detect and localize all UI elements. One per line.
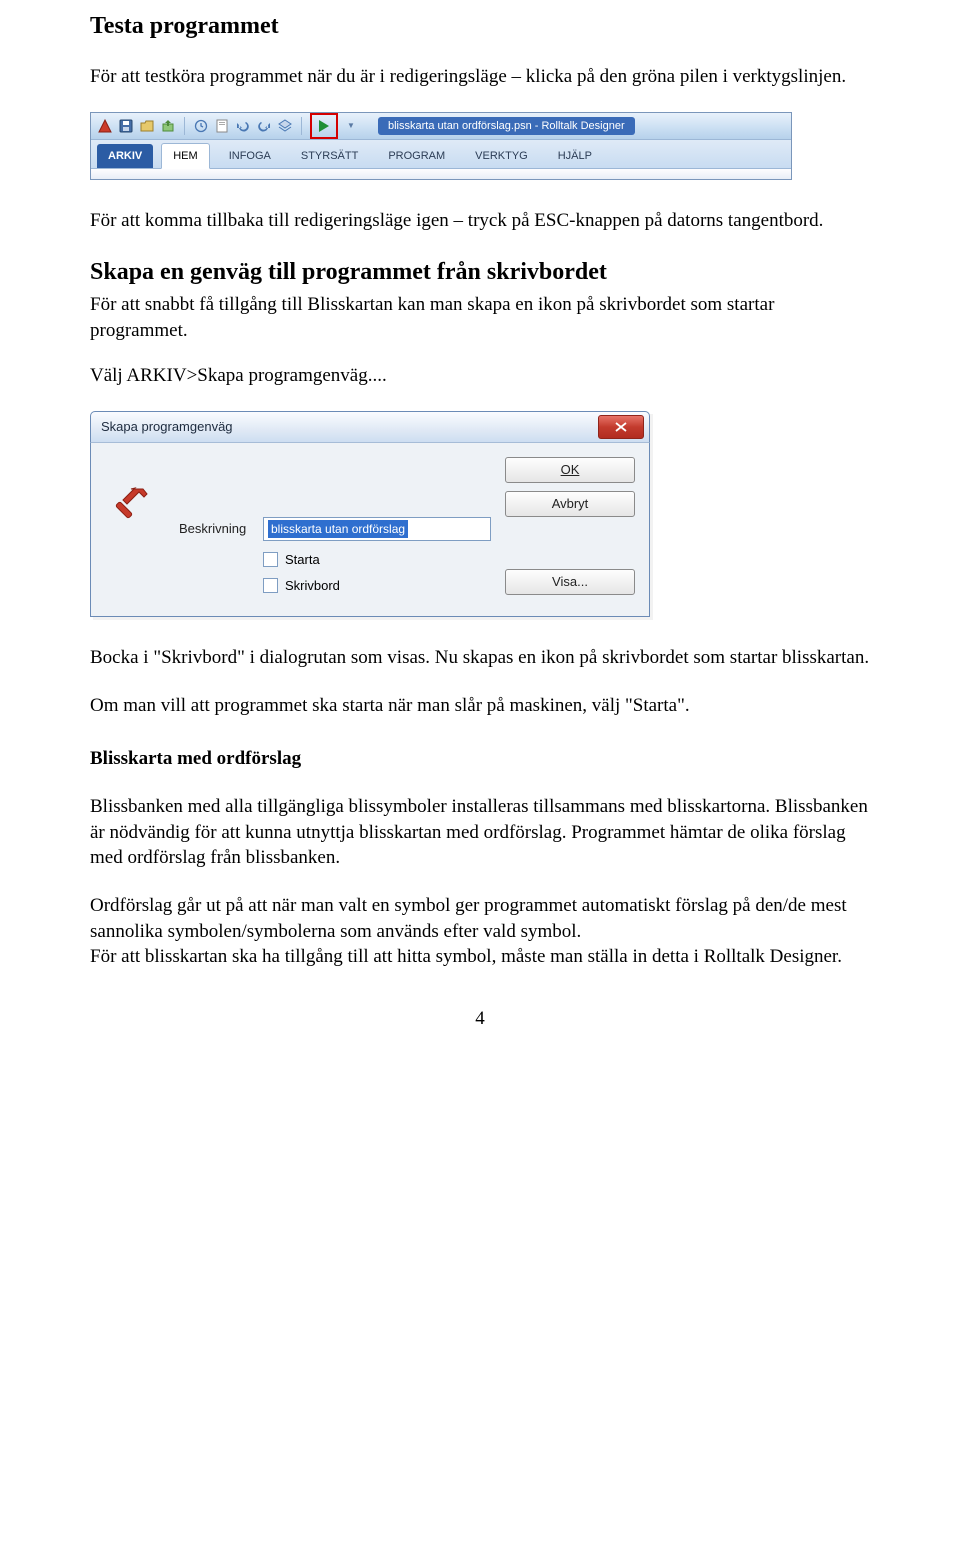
paragraph-ordforslag-b: För att blisskartan ska ha tillgång till… (90, 944, 870, 970)
description-row: Beskrivning blisskarta utan ordförslag (179, 517, 491, 541)
cancel-button[interactable]: Avbryt (505, 491, 635, 517)
description-label: Beskrivning (179, 520, 253, 538)
paragraph-ordforslag-a: Ordförslag går ut på att när man valt en… (90, 893, 870, 944)
dialog-skapa-programgenvag: Skapa programgenväg Beskrivning blisskar… (90, 411, 650, 617)
close-icon (615, 422, 627, 432)
skrivbord-label: Skrivbord (285, 577, 340, 595)
hammer-icon (113, 481, 157, 525)
dialog-buttons: OK Avbryt Visa... (505, 457, 635, 602)
paragraph-arkiv-path: Välj ARKIV>Skapa programgenväg.... (90, 363, 870, 389)
ribbon-screenshot: ▼ blisskarta utan ordförslag.psn - Rollt… (90, 112, 792, 180)
open-icon[interactable] (139, 118, 155, 134)
save-icon[interactable] (118, 118, 134, 134)
intro-paragraph-1: För att testköra programmet när du är i … (90, 64, 870, 90)
run-button-highlight[interactable] (310, 113, 338, 139)
ribbon-tabs: ARKIV HEM INFOGA STYRSÄTT PROGRAM VERKTY… (91, 140, 791, 169)
section-heading-ordforslag: Blisskarta med ordförslag (90, 746, 870, 772)
play-icon (319, 120, 329, 132)
cancel-label: Avbryt (552, 495, 589, 513)
dialog-icon-area (105, 457, 165, 602)
paragraph-starta: Om man vill att programmet ska starta nä… (90, 693, 870, 719)
tab-program[interactable]: PROGRAM (377, 144, 456, 168)
tab-hjalp[interactable]: HJÄLP (547, 144, 603, 168)
starta-checkbox[interactable] (263, 552, 278, 567)
starta-row[interactable]: Starta (263, 551, 491, 569)
history-icon[interactable] (193, 118, 209, 134)
layers-icon[interactable] (277, 118, 293, 134)
section-heading-shortcut: Skapa en genväg till programmet från skr… (90, 256, 870, 288)
ok-button[interactable]: OK (505, 457, 635, 483)
paragraph-blissbanken: Blissbanken med alla tillgängliga blissy… (90, 794, 870, 871)
description-input[interactable]: blisskarta utan ordförslag (263, 517, 491, 541)
skrivbord-row[interactable]: Skrivbord (263, 577, 491, 595)
description-value: blisskarta utan ordförslag (268, 520, 408, 538)
close-button[interactable] (598, 415, 644, 439)
paragraph-bocka: Bocka i "Skrivbord" i dialogrutan som vi… (90, 645, 870, 671)
tab-styrsatt[interactable]: STYRSÄTT (290, 144, 369, 168)
visa-button[interactable]: Visa... (505, 569, 635, 595)
page-number: 4 (90, 1006, 870, 1032)
tab-arkiv[interactable]: ARKIV (97, 144, 153, 168)
tab-hem[interactable]: HEM (161, 143, 209, 169)
page-icon[interactable] (214, 118, 230, 134)
chevron-down-icon[interactable]: ▼ (343, 118, 359, 134)
file-title-chip: blisskarta utan ordförslag.psn - Rolltal… (378, 117, 635, 135)
dialog-body: Beskrivning blisskarta utan ordförslag S… (90, 442, 650, 617)
ok-label: OK (561, 461, 580, 479)
export-icon[interactable] (160, 118, 176, 134)
dialog-titlebar: Skapa programgenväg (90, 411, 650, 442)
paragraph-esc: För att komma tillbaka till redigeringsl… (90, 208, 870, 234)
quick-access-toolbar: ▼ blisskarta utan ordförslag.psn - Rollt… (91, 113, 791, 140)
visa-label: Visa... (552, 573, 588, 591)
dialog-title-text: Skapa programgenväg (101, 418, 598, 436)
tab-infoga[interactable]: INFOGA (218, 144, 282, 168)
paragraph-shortcut-intro: För att snabbt få tillgång till Blisskar… (90, 292, 870, 343)
skrivbord-checkbox[interactable] (263, 578, 278, 593)
redo-icon[interactable] (256, 118, 272, 134)
app-icon (97, 118, 113, 134)
starta-label: Starta (285, 551, 320, 569)
page-title: Testa programmet (90, 10, 870, 42)
qat-separator (301, 117, 302, 135)
ribbon-body-strip (91, 169, 791, 179)
dialog-form: Beskrivning blisskarta utan ordförslag S… (179, 457, 491, 602)
qat-separator (184, 117, 185, 135)
undo-icon[interactable] (235, 118, 251, 134)
tab-verktyg[interactable]: VERKTYG (464, 144, 539, 168)
